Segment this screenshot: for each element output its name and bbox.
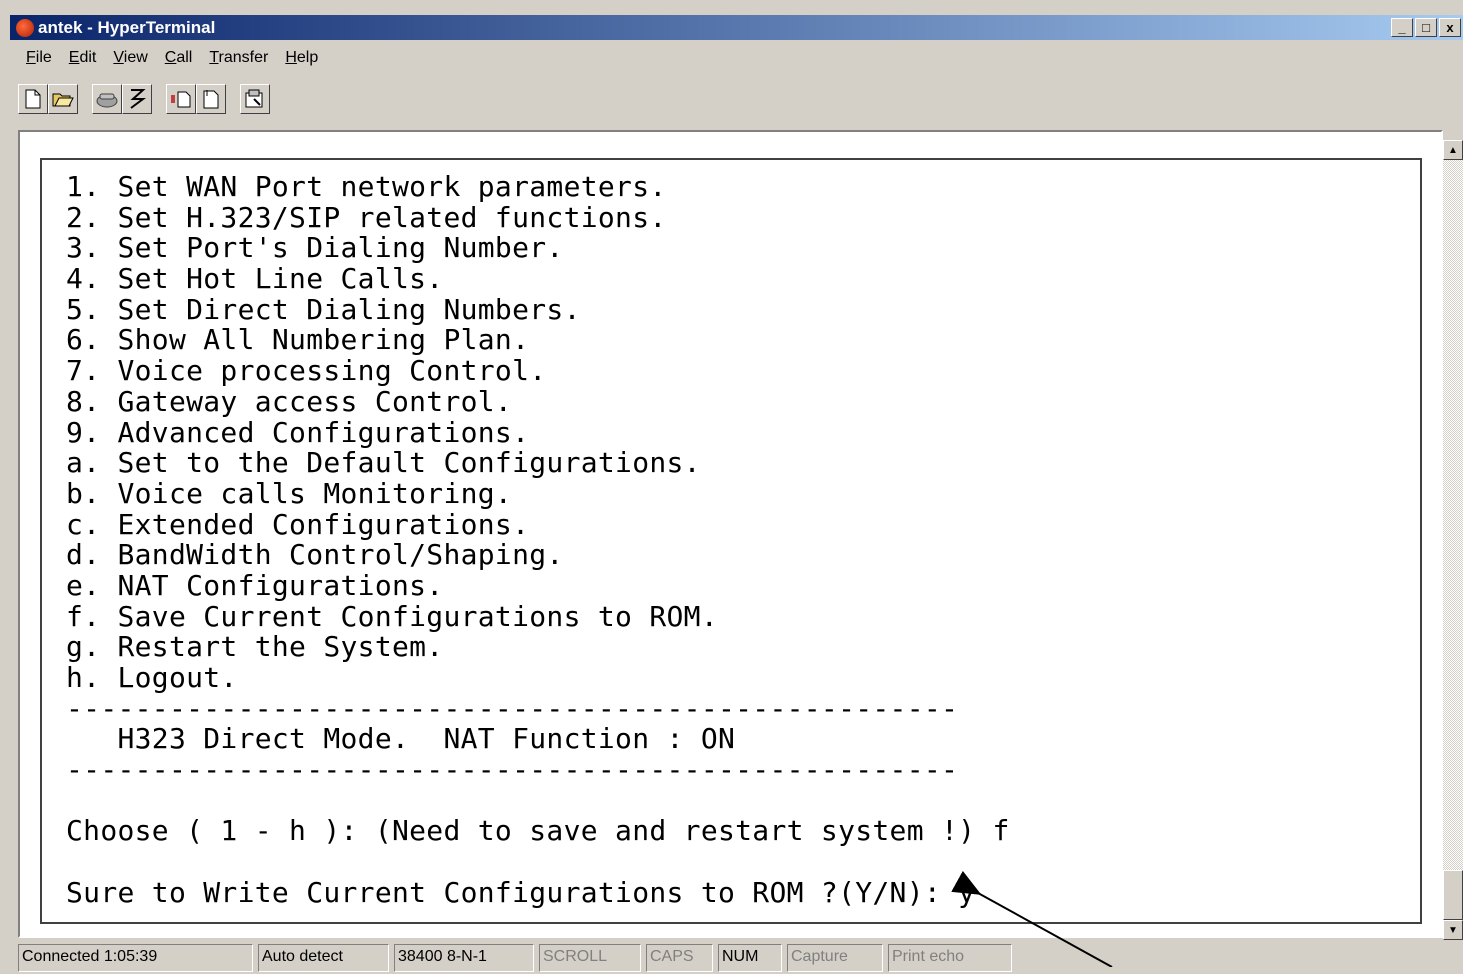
minimize-button[interactable]: _ [1391, 18, 1413, 37]
terminal-line: 5. Set Direct Dialing Numbers. [66, 292, 581, 326]
terminal-line: 8. Gateway access Control. [66, 384, 513, 418]
open-icon[interactable] [48, 84, 78, 114]
status-bar: Connected 1:05:39 Auto detect 38400 8-N-… [18, 944, 1017, 974]
connect-icon[interactable] [92, 84, 122, 114]
status-connected: Connected 1:05:39 [18, 944, 253, 972]
terminal-line: ----------------------------------------… [66, 691, 959, 725]
new-icon[interactable] [18, 84, 48, 114]
terminal-line: d. BandWidth Control/Shaping. [66, 538, 564, 572]
terminal-line: H323 Direct Mode. NAT Function : ON [66, 722, 736, 756]
scroll-down-icon[interactable]: ▼ [1443, 920, 1463, 940]
terminal-line: ----------------------------------------… [66, 753, 959, 787]
terminal-line: g. Restart the System. [66, 630, 444, 664]
terminal-line: 1. Set WAN Port network parameters. [66, 170, 667, 203]
menu-call[interactable]: Call [157, 47, 202, 71]
terminal-line: Sure to Write Current Configurations to … [66, 875, 976, 909]
terminal-frame: 1. Set WAN Port network parameters. 2. Se… [18, 130, 1443, 938]
scroll-thumb[interactable] [1443, 870, 1463, 920]
maximize-button[interactable]: □ [1415, 18, 1437, 37]
toolbar [18, 82, 270, 116]
status-port: 38400 8-N-1 [394, 944, 534, 972]
terminal-line: a. Set to the Default Configurations. [66, 446, 701, 480]
terminal-line: e. NAT Configurations. [66, 568, 444, 602]
hyperterminal-app-icon[interactable] [16, 18, 34, 37]
menu-file[interactable]: File [18, 47, 61, 71]
terminal-line: c. Extended Configurations. [66, 507, 530, 541]
menu-bar: File Edit View Call Transfer Help [18, 47, 327, 71]
terminal-output: 1. Set WAN Port network parameters. 2. Se… [66, 170, 1010, 909]
status-print-echo: Print echo [888, 944, 1012, 972]
status-detect: Auto detect [258, 944, 389, 972]
status-caps: CAPS [646, 944, 713, 972]
menu-edit[interactable]: Edit [61, 47, 106, 71]
menu-transfer[interactable]: Transfer [201, 47, 277, 71]
terminal-line: f. Save Current Configurations to ROM. [66, 599, 718, 633]
terminal-line: b. Voice calls Monitoring. [66, 476, 513, 510]
terminal-screen[interactable]: 1. Set WAN Port network parameters. 2. Se… [40, 158, 1422, 924]
receive-icon[interactable] [196, 84, 226, 114]
terminal-line: 9. Advanced Configurations. [66, 415, 530, 449]
terminal-line: 3. Set Port's Dialing Number. [66, 231, 564, 265]
terminal-line: 2. Set H.323/SIP related functions. [66, 200, 667, 234]
disconnect-icon[interactable] [122, 84, 152, 114]
vertical-scrollbar[interactable]: ▲ ▼ [1443, 140, 1463, 940]
terminal-line: 4. Set Hot Line Calls. [66, 262, 444, 296]
terminal-line: 6. Show All Numbering Plan. [66, 323, 530, 357]
menu-view[interactable]: View [105, 47, 156, 71]
status-num: NUM [718, 944, 782, 972]
hyperterminal-window: antek - HyperTerminal _ □ x File Edit View… [0, 10, 1463, 972]
properties-icon[interactable] [240, 84, 270, 114]
title-bar[interactable]: antek - HyperTerminal _ □ x [10, 15, 1463, 40]
terminal-line: h. Logout. [66, 661, 238, 694]
scroll-track [1443, 140, 1463, 200]
window-title: antek - HyperTerminal [38, 17, 216, 37]
terminal-line: Choose ( 1 - h ): (Need to save and rest… [66, 814, 1010, 848]
close-button[interactable]: x [1439, 18, 1461, 37]
terminal-line: 7. Voice processing Control. [66, 354, 547, 388]
status-capture: Capture [787, 944, 883, 972]
send-icon[interactable] [166, 84, 196, 114]
status-scroll: SCROLL [539, 944, 641, 972]
menu-help[interactable]: Help [277, 47, 327, 71]
